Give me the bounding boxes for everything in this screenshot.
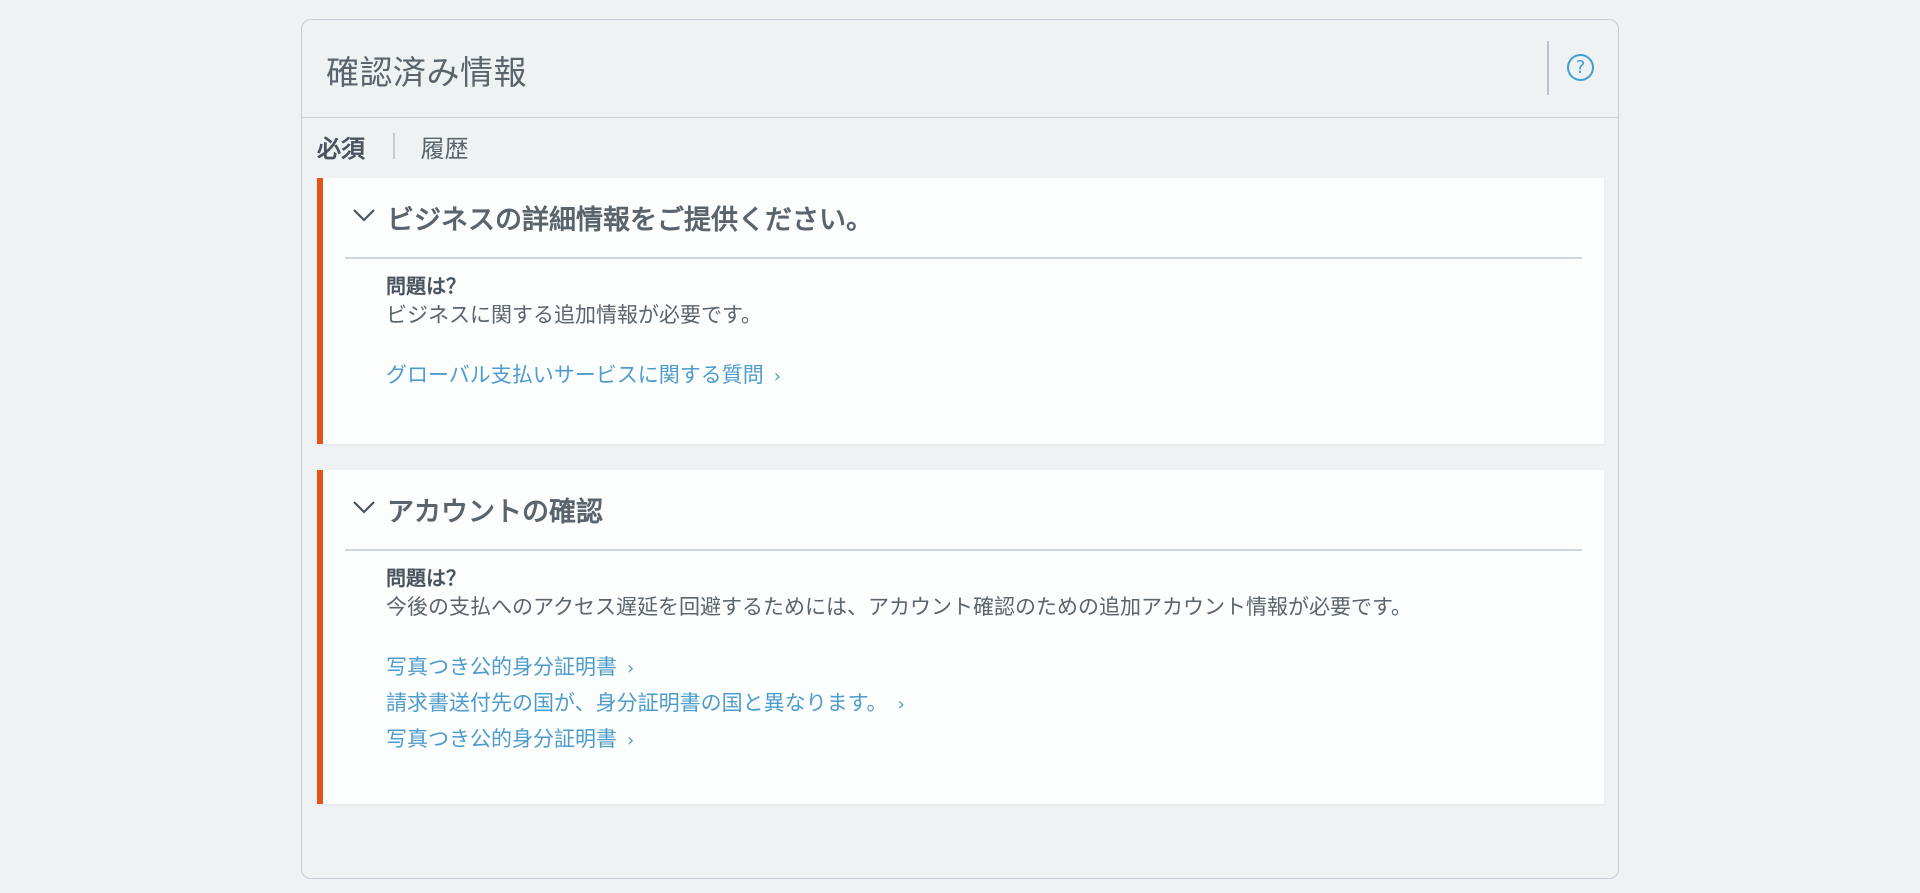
chevron-right-icon: › [627,730,635,751]
chevron-right-icon: › [627,658,635,679]
chevron-right-icon: › [773,366,781,387]
link-list: グローバル支払いサービスに関する質問 › [386,358,781,394]
chevron-down-icon[interactable] [352,208,376,222]
card-title: ビジネスの詳細情報をご提供ください。 [387,205,873,236]
tab-required[interactable]: 必須 [317,129,365,164]
header-divider [1547,41,1549,95]
issue-card-business-details: ビジネスの詳細情報をご提供ください。 問題は？ ビジネスに関する追加情報が必要で… [317,178,1604,444]
link-photo-id[interactable]: 写真つき公的身分証明書 › [386,650,1412,686]
help-icon[interactable]: ? [1567,54,1594,81]
link-label: 写真つき公的身分証明書 [386,655,617,679]
card-header[interactable]: アカウントの確認 [323,470,1604,550]
link-billing-country-mismatch[interactable]: 請求書送付先の国が、身分証明書の国と異なります。 › [386,686,1412,722]
tab-bar: 必須 履歴 [317,126,469,166]
chevron-right-icon: › [897,694,905,715]
card-header[interactable]: ビジネスの詳細情報をご提供ください。 [323,178,1604,258]
card-body: 問題は？ ビジネスに関する追加情報が必要です。 グローバル支払いサービスに関する… [386,272,781,394]
issue-card-account-verification: アカウントの確認 問題は？ 今後の支払へのアクセス遅延を回避するためには、アカウ… [317,470,1604,804]
link-label: 請求書送付先の国が、身分証明書の国と異なります。 [386,691,888,715]
link-global-payments-questions[interactable]: グローバル支払いサービスに関する質問 › [386,358,781,394]
verified-info-panel: 確認済み情報 ? 必須 履歴 ビジネスの詳細情報をご提供ください。 問題は？ ビ… [301,19,1619,879]
link-photo-id-2[interactable]: 写真つき公的身分証明書 › [386,722,1412,758]
divider [345,549,1582,551]
card-body: 問題は？ 今後の支払へのアクセス遅延を回避するためには、アカウント確認のための追… [386,564,1412,758]
chevron-down-icon[interactable] [352,500,376,514]
question-label: 問題は？ [386,566,466,590]
divider [345,257,1582,259]
tab-history[interactable]: 履歴 [421,129,469,164]
question-label: 問題は？ [386,274,466,298]
panel-header: 確認済み情報 ? [302,20,1618,118]
link-label: グローバル支払いサービスに関する質問 [386,363,764,387]
question-text: 今後の支払へのアクセス遅延を回避するためには、アカウント確認のための追加アカウン… [386,595,1412,619]
tab-divider [393,133,395,159]
link-label: 写真つき公的身分証明書 [386,727,617,751]
link-list: 写真つき公的身分証明書 › 請求書送付先の国が、身分証明書の国と異なります。 › 写… [386,650,1412,758]
question-text: ビジネスに関する追加情報が必要です。 [386,303,762,327]
panel-title: 確認済み情報 [326,53,527,92]
card-title: アカウントの確認 [387,497,603,528]
